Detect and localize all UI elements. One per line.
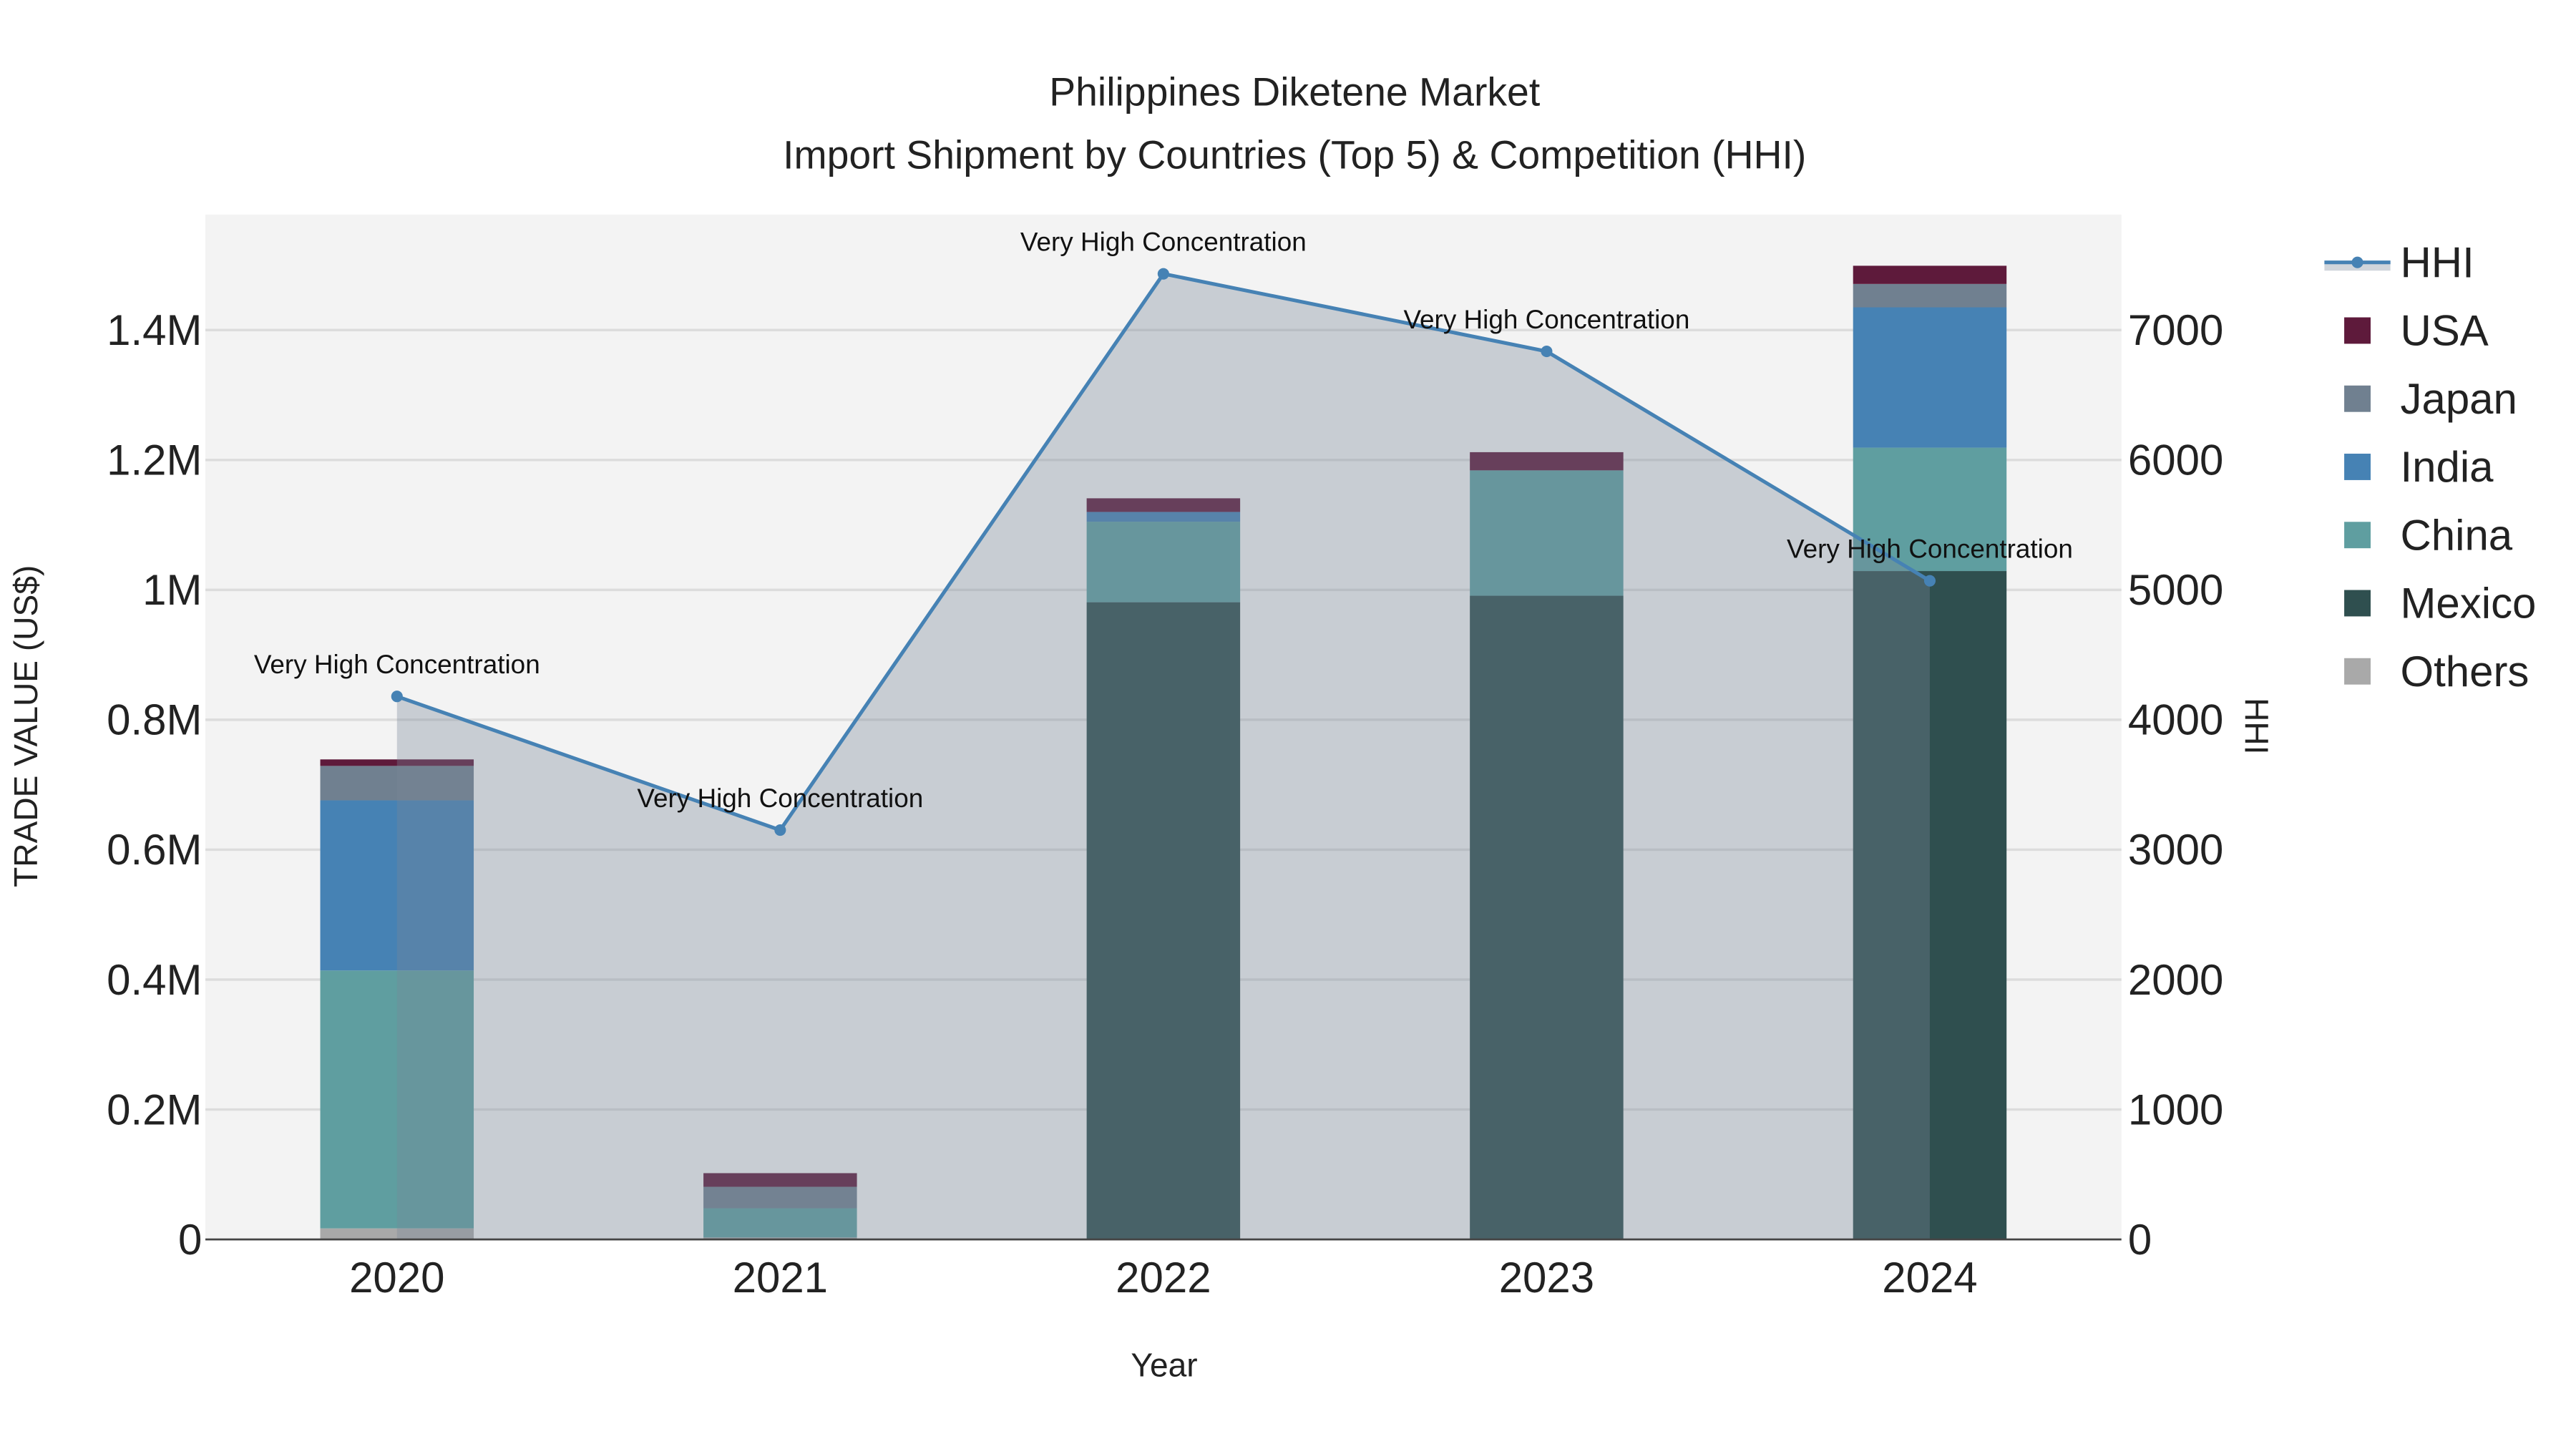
legend-swatch	[2344, 385, 2371, 412]
hhi-point-2023	[1541, 345, 1553, 358]
y2-tick-label: 7000	[2128, 306, 2223, 354]
legend-label: USA	[2400, 307, 2488, 355]
hhi-point-2024	[1923, 575, 1936, 587]
legend-hhi-marker	[2351, 256, 2363, 268]
y2-tick-label: 0	[2128, 1216, 2152, 1264]
hhi-annotation: Very High Concentration	[254, 650, 540, 679]
x-tick-label: 2023	[1499, 1254, 1594, 1302]
x-tick-label: 2021	[733, 1254, 828, 1302]
chart: Philippines Diketene Market Import Shipm…	[1, 0, 2575, 1449]
y2-axis-title: HHI	[2238, 698, 2275, 754]
y2-tick-label: 6000	[2128, 436, 2223, 484]
hhi-point-2022	[1157, 268, 1169, 280]
x-tick-label: 2024	[1882, 1254, 1977, 1302]
y2-tick-label: 1000	[2128, 1085, 2223, 1133]
legend-label: India	[2400, 443, 2494, 491]
chart-title: Philippines Diketene Market	[1049, 70, 1540, 114]
hhi-point-2021	[774, 824, 786, 836]
y-tick-label: 0	[178, 1216, 202, 1264]
hhi-annotation: Very High Concentration	[637, 784, 923, 813]
y-tick-label: 0.6M	[107, 826, 202, 874]
hhi-point-2020	[391, 691, 403, 703]
legend-label: Others	[2400, 648, 2529, 696]
legend-swatch	[2344, 658, 2371, 685]
legend-label: HHI	[2400, 238, 2474, 286]
y-tick-label: 1M	[142, 566, 202, 614]
y2-tick-label: 2000	[2128, 956, 2223, 1004]
y-tick-label: 1.2M	[107, 436, 202, 484]
legend-label: Japan	[2400, 375, 2517, 423]
y2-tick-label: 5000	[2128, 566, 2223, 614]
bar-india-2024	[1853, 307, 2007, 448]
y2-tick-label: 4000	[2128, 696, 2223, 744]
hhi-annotation: Very High Concentration	[1020, 227, 1307, 256]
x-tick-label: 2020	[349, 1254, 444, 1302]
hhi-annotation: Very High Concentration	[1787, 534, 2073, 563]
legend-label: China	[2400, 511, 2512, 559]
legend-swatch	[2344, 590, 2371, 617]
y-tick-label: 0.4M	[107, 956, 202, 1004]
y2-tick-label: 3000	[2128, 826, 2223, 874]
legend-swatch	[2344, 522, 2371, 549]
bar-usa-2024	[1853, 265, 2007, 284]
y-tick-label: 0.8M	[107, 696, 202, 744]
bar-japan-2024	[1853, 283, 2007, 308]
legend-label: Mexico	[2400, 580, 2536, 628]
hhi-annotation: Very High Concentration	[1403, 305, 1689, 334]
y-axis-title: TRADE VALUE (US$)	[7, 565, 44, 887]
x-axis-title: Year	[1131, 1347, 1197, 1384]
y-tick-label: 0.2M	[107, 1085, 202, 1133]
legend-swatch	[2344, 454, 2371, 480]
legend-swatch	[2344, 317, 2371, 344]
chart-subtitle: Import Shipment by Countries (Top 5) & C…	[783, 132, 1806, 177]
y-tick-label: 1.4M	[107, 306, 202, 354]
x-tick-label: 2022	[1116, 1254, 1211, 1302]
